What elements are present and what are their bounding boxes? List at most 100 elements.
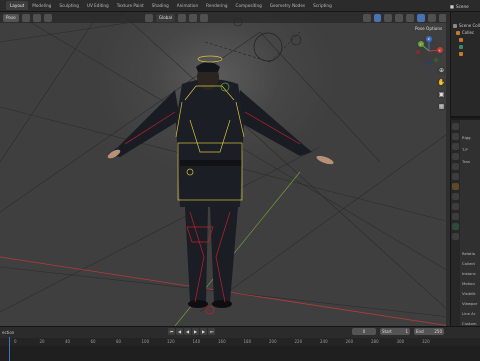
properties-panel-header[interactable]: T-P: [462, 147, 480, 153]
start-frame-field[interactable]: Start 1: [380, 328, 410, 335]
data-tab-icon[interactable]: [452, 223, 459, 230]
lamp-circle: [290, 34, 302, 46]
view-menu-icon[interactable]: [21, 13, 30, 22]
svg-text:Y: Y: [420, 42, 422, 46]
outliner-item[interactable]: [451, 36, 480, 43]
outliner-item[interactable]: Collec: [451, 29, 480, 36]
tab-shading[interactable]: Shading: [148, 1, 173, 10]
scene-icon: ■: [450, 3, 454, 9]
outliner-item-icon: [456, 30, 460, 35]
outliner-item[interactable]: [451, 50, 480, 57]
grid-icon[interactable]: ▦: [437, 102, 446, 111]
timeline-body[interactable]: [0, 346, 480, 361]
overlay-icon[interactable]: [384, 13, 393, 22]
tab-geometry-nodes[interactable]: Geometry Nodes: [266, 1, 309, 10]
pose-options[interactable]: Pose Options: [415, 26, 442, 31]
frame-tick-label: 140: [192, 339, 201, 344]
tab-modeling[interactable]: Modeling: [28, 1, 55, 10]
orientation-select[interactable]: Global: [155, 13, 176, 22]
world-tab-icon[interactable]: [452, 173, 459, 180]
xray-icon[interactable]: [395, 13, 404, 22]
end-frame-field[interactable]: End 250: [414, 328, 444, 335]
properties-panel-header[interactable]: Line Ar: [462, 311, 480, 317]
outliner-item-label: Scene Coll: [459, 23, 480, 28]
outliner-item-icon: [459, 51, 463, 56]
shading-material-icon[interactable]: [428, 13, 437, 22]
frame-tick-label: 160: [218, 339, 226, 344]
tab-animation[interactable]: Animation: [173, 1, 202, 10]
jump-end-icon[interactable]: ⏭: [208, 328, 215, 335]
tab-uv-editing[interactable]: UV Editing: [83, 1, 113, 10]
gizmo-toggle-icon[interactable]: [373, 13, 382, 22]
character[interactable]: [106, 62, 334, 308]
playhead[interactable]: [9, 337, 10, 361]
render-tab-icon[interactable]: [452, 133, 459, 140]
properties-editor: Rigg T-P Tran Relatio Collect Instanc Motion Vi…: [450, 120, 480, 326]
scene-tab-icon[interactable]: [452, 163, 459, 170]
svg-text:X: X: [439, 48, 441, 52]
end-label: End: [416, 329, 424, 334]
prev-key-icon[interactable]: ◀: [176, 328, 183, 335]
outliner-item[interactable]: [451, 43, 480, 50]
properties-panel-header[interactable]: Instanc: [462, 271, 480, 277]
tab-rendering[interactable]: Rendering: [202, 1, 231, 10]
properties-panel-header[interactable]: Collect: [462, 261, 480, 267]
frame-tick-label: 320: [422, 339, 430, 344]
outliner-item-icon: [459, 37, 463, 42]
camera-icon[interactable]: ▣: [437, 90, 446, 99]
outliner-item[interactable]: Scene Coll: [451, 22, 480, 29]
pivot-icon[interactable]: [178, 13, 186, 22]
frame-tick-label: 180: [243, 339, 252, 344]
frame-ruler[interactable]: 0 20 40 60 80 100 120 140 160 180 200 220 240 260 280 3…: [0, 338, 480, 346]
tab-layout[interactable]: Layout: [6, 1, 29, 10]
object-tab-icon[interactable]: [452, 183, 459, 190]
tab-scripting[interactable]: Scripting: [309, 1, 336, 10]
tab-texture-paint[interactable]: Texture Paint: [113, 1, 148, 10]
proportional-icon[interactable]: [199, 13, 208, 22]
physics-tab-icon[interactable]: [452, 203, 459, 210]
orientation-icon[interactable]: [144, 13, 153, 22]
play-icon[interactable]: ▶: [192, 328, 199, 335]
properties-panel-header[interactable]: Visibilit: [462, 291, 480, 297]
current-frame-field[interactable]: 0: [352, 328, 376, 335]
snap-icon[interactable]: [189, 13, 197, 22]
shading-wire-icon[interactable]: [406, 13, 415, 22]
next-key-icon[interactable]: ▶: [200, 328, 207, 335]
scene-selector[interactable]: ■ Scene: [450, 2, 480, 10]
tab-sculpting[interactable]: Sculpting: [55, 1, 83, 10]
pose-menu-icon[interactable]: [43, 13, 52, 22]
frame-tick-label: 40: [65, 339, 71, 344]
pan-hand-icon[interactable]: ✋: [437, 78, 446, 87]
select-menu-icon[interactable]: [32, 13, 41, 22]
jump-start-icon[interactable]: ⏮: [168, 328, 175, 335]
output-tab-icon[interactable]: [452, 143, 459, 150]
workspace-bar: Layout Modeling Sculpting UV Editing Texture…: [0, 0, 480, 12]
properties-panel-header[interactable]: Rigg: [462, 135, 480, 141]
view-layer-tab-icon[interactable]: [452, 153, 459, 160]
bone-tab-icon[interactable]: [452, 233, 459, 240]
properties-panel-header[interactable]: Viewpor: [462, 301, 480, 307]
properties-panel-header[interactable]: Motion: [462, 281, 480, 287]
modifier-tab-icon[interactable]: [452, 193, 459, 200]
zoom-icon[interactable]: ⊕: [437, 66, 446, 75]
workspace-tabs: Layout Modeling Sculpting UV Editing Texture…: [0, 0, 336, 12]
properties-panel-header[interactable]: Tran: [462, 159, 480, 165]
navigation-gizmo[interactable]: X Y Z: [414, 36, 444, 66]
timeline-menu-label[interactable]: ection: [2, 330, 14, 335]
3d-viewport[interactable]: Pose Global Pose Options X Y Z ⊕ ✋ ▣ ▦: [0, 12, 450, 326]
play-reverse-icon[interactable]: ◀: [184, 328, 191, 335]
visibility-icon[interactable]: [362, 13, 371, 22]
svg-text:Z: Z: [428, 37, 430, 41]
frame-tick-label: 120: [167, 339, 175, 344]
tool-tab-icon[interactable]: [452, 123, 459, 130]
mode-select[interactable]: Pose: [3, 13, 19, 22]
frame-tick-label: 0: [14, 339, 17, 344]
tab-compositing[interactable]: Compositing: [232, 1, 266, 10]
frame-tick-label: 200: [269, 339, 277, 344]
outliner-item-icon: [453, 23, 457, 28]
constraint-tab-icon[interactable]: [452, 213, 459, 220]
properties-panel-header[interactable]: Relatio: [462, 251, 480, 257]
frame-tick-label: 300: [396, 339, 405, 344]
shading-solid-icon[interactable]: [417, 13, 426, 22]
playback-controls: ⏮ ◀ ◀ ▶ ▶ ⏭: [168, 328, 215, 335]
